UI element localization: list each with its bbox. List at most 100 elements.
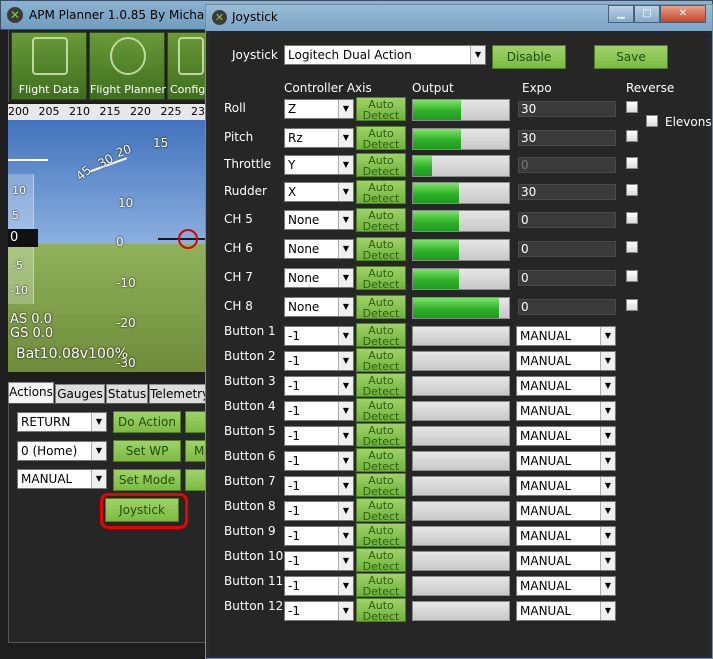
button-mode-select[interactable]: MANUAL ▼ (516, 451, 616, 471)
auto-detect-button[interactable]: Auto Detect (356, 295, 406, 319)
channel-axis-select[interactable]: Y ▼ (284, 155, 354, 175)
chevron-down-icon: ▼ (600, 452, 615, 470)
auto-detect-button[interactable]: Auto Detect (356, 398, 406, 422)
auto-detect-button[interactable]: Auto Detect (356, 237, 406, 261)
tab-gauges[interactable]: Gauges (55, 384, 105, 404)
button-index-select[interactable]: -1 ▼ (284, 351, 354, 371)
expo-input[interactable]: 0 (518, 212, 616, 228)
flight-planner-button[interactable]: Flight Planner (89, 32, 166, 100)
disable-button[interactable]: Disable (492, 45, 566, 69)
do-action-button[interactable]: Do Action (113, 411, 181, 433)
channel-axis-select[interactable]: None ▼ (284, 239, 354, 259)
button-index-select[interactable]: -1 ▼ (284, 451, 354, 471)
set-mode-button[interactable]: Set Mode (113, 469, 181, 491)
button-mode-select[interactable]: MANUAL ▼ (516, 351, 616, 371)
flight-data-button[interactable]: Flight Data (11, 32, 87, 100)
button-mode-select[interactable]: MANUAL ▼ (516, 376, 616, 396)
auto-detect-button[interactable]: Auto Detect (356, 323, 406, 347)
waypoint-combo[interactable]: 0 (Home) ▼ (17, 441, 107, 461)
channel-axis-select[interactable]: X ▼ (284, 182, 354, 202)
button-mode-select[interactable]: MANUAL ▼ (516, 551, 616, 571)
reverse-checkbox[interactable] (626, 299, 638, 311)
expo-input[interactable]: 30 (518, 130, 616, 146)
auto-detect-button[interactable]: Auto Detect (356, 153, 406, 177)
auto-detect-button[interactable]: Auto Detect (356, 598, 406, 622)
channel-axis-select[interactable]: Z ▼ (284, 99, 354, 119)
auto-detect-button[interactable]: Auto Detect (356, 473, 406, 497)
expo-input[interactable]: 0 (518, 157, 616, 173)
channel-axis-select[interactable]: None ▼ (284, 268, 354, 288)
auto-detect-button[interactable]: Auto Detect (356, 180, 406, 204)
chevron-down-icon: ▼ (338, 352, 353, 370)
tab-status[interactable]: Status (106, 384, 148, 404)
button-index-select[interactable]: -1 ▼ (284, 501, 354, 521)
button-mode-select[interactable]: MANUAL ▼ (516, 326, 616, 346)
joystick-device-select[interactable]: Logitech Dual Action ▼ (284, 45, 486, 65)
main-window-title: APM Planner 1.0.85 By Michael O (29, 8, 229, 22)
button-mode-select[interactable]: MANUAL ▼ (516, 576, 616, 596)
button-mode-select[interactable]: MANUAL ▼ (516, 401, 616, 421)
auto-detect-button[interactable]: Auto Detect (356, 423, 406, 447)
reverse-checkbox[interactable] (626, 241, 638, 253)
close-button[interactable]: ✕ (660, 5, 706, 23)
auto-detect-button[interactable]: Auto Detect (356, 498, 406, 522)
chevron-down-icon: ▼ (600, 577, 615, 595)
tab-actions[interactable]: Actions (8, 382, 54, 404)
expo-input[interactable]: 0 (518, 299, 616, 315)
button-index-select[interactable]: -1 ▼ (284, 426, 354, 446)
auto-detect-button[interactable]: Auto Detect (356, 448, 406, 472)
maximize-button[interactable]: □ (634, 5, 660, 23)
auto-detect-button[interactable]: Auto Detect (356, 126, 406, 150)
elevons-checkbox[interactable] (646, 115, 658, 127)
expo-input[interactable]: 30 (518, 101, 616, 117)
auto-detect-button[interactable]: Auto Detect (356, 573, 406, 597)
set-wp-button[interactable]: Set WP (113, 440, 181, 462)
auto-detect-button[interactable]: Auto Detect (356, 373, 406, 397)
button-index-select[interactable]: -1 ▼ (284, 576, 354, 596)
button-index-select[interactable]: -1 ▼ (284, 326, 354, 346)
reverse-checkbox[interactable] (626, 212, 638, 224)
reverse-checkbox[interactable] (626, 270, 638, 282)
heading-tick: 220 (130, 105, 151, 118)
button-mode-select[interactable]: MANUAL ▼ (516, 526, 616, 546)
reverse-checkbox[interactable] (626, 101, 638, 113)
save-button[interactable]: Save (594, 45, 668, 69)
button-label: Button 3 (224, 374, 276, 388)
mode-combo[interactable]: MANUAL ▼ (17, 469, 107, 489)
heading-tick: 225 (160, 105, 182, 118)
chevron-down-icon: ▼ (600, 377, 615, 395)
button-index-select[interactable]: -1 ▼ (284, 551, 354, 571)
joystick-titlebar[interactable]: ✕ Joystick ▁ □ ✕ (206, 5, 712, 31)
auto-detect-button[interactable]: Auto Detect (356, 523, 406, 547)
auto-detect-button[interactable]: Auto Detect (356, 548, 406, 572)
button-mode-value: MANUAL (520, 479, 572, 493)
expo-input[interactable]: 0 (518, 270, 616, 286)
channel-axis-select[interactable]: None ▼ (284, 297, 354, 317)
channel-axis-select[interactable]: None ▼ (284, 210, 354, 230)
auto-detect-button[interactable]: Auto Detect (356, 97, 406, 121)
expo-input[interactable]: 0 (518, 241, 616, 257)
auto-detect-button[interactable]: Auto Detect (356, 208, 406, 232)
button-index-select[interactable]: -1 ▼ (284, 401, 354, 421)
button-index-select[interactable]: -1 ▼ (284, 601, 354, 621)
button-mode-select[interactable]: MANUAL ▼ (516, 426, 616, 446)
channel-axis-select[interactable]: Rz ▼ (284, 128, 354, 148)
action-combo[interactable]: RETURN ▼ (17, 412, 107, 432)
button-mode-value: MANUAL (520, 329, 572, 343)
reverse-checkbox[interactable] (626, 130, 638, 142)
button-mode-select[interactable]: MANUAL ▼ (516, 601, 616, 621)
button-index-select[interactable]: -1 ▼ (284, 376, 354, 396)
auto-detect-button[interactable]: Auto Detect (356, 266, 406, 290)
button-mode-select[interactable]: MANUAL ▼ (516, 501, 616, 521)
button-index-select[interactable]: -1 ▼ (284, 476, 354, 496)
button-mode-select[interactable]: MANUAL ▼ (516, 476, 616, 496)
minimize-button[interactable]: ▁ (608, 5, 634, 23)
button-label: Button 10 (224, 549, 284, 563)
reverse-checkbox[interactable] (626, 184, 638, 196)
chevron-down-icon: ▼ (338, 452, 353, 470)
tab-telemetry[interactable]: Telemetry (149, 384, 209, 404)
reverse-checkbox[interactable] (626, 157, 638, 169)
expo-input[interactable]: 30 (518, 184, 616, 200)
auto-detect-button[interactable]: Auto Detect (356, 348, 406, 372)
button-index-select[interactable]: -1 ▼ (284, 526, 354, 546)
